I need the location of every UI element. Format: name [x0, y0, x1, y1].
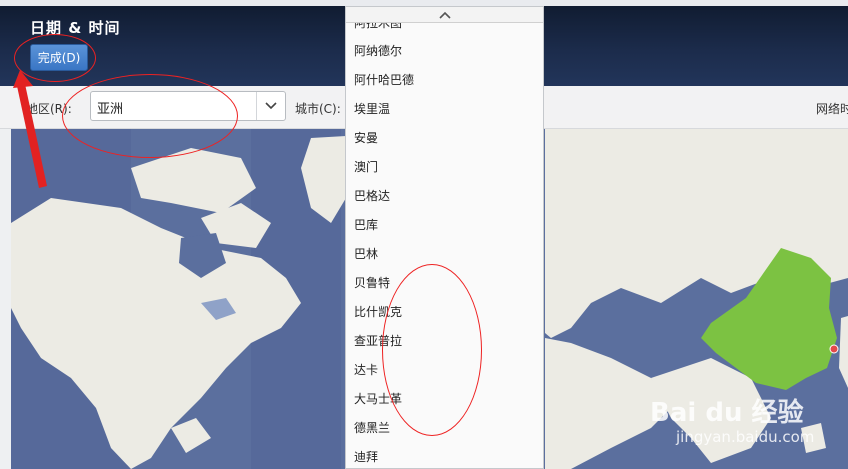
annotation-arrow-icon [13, 70, 47, 188]
